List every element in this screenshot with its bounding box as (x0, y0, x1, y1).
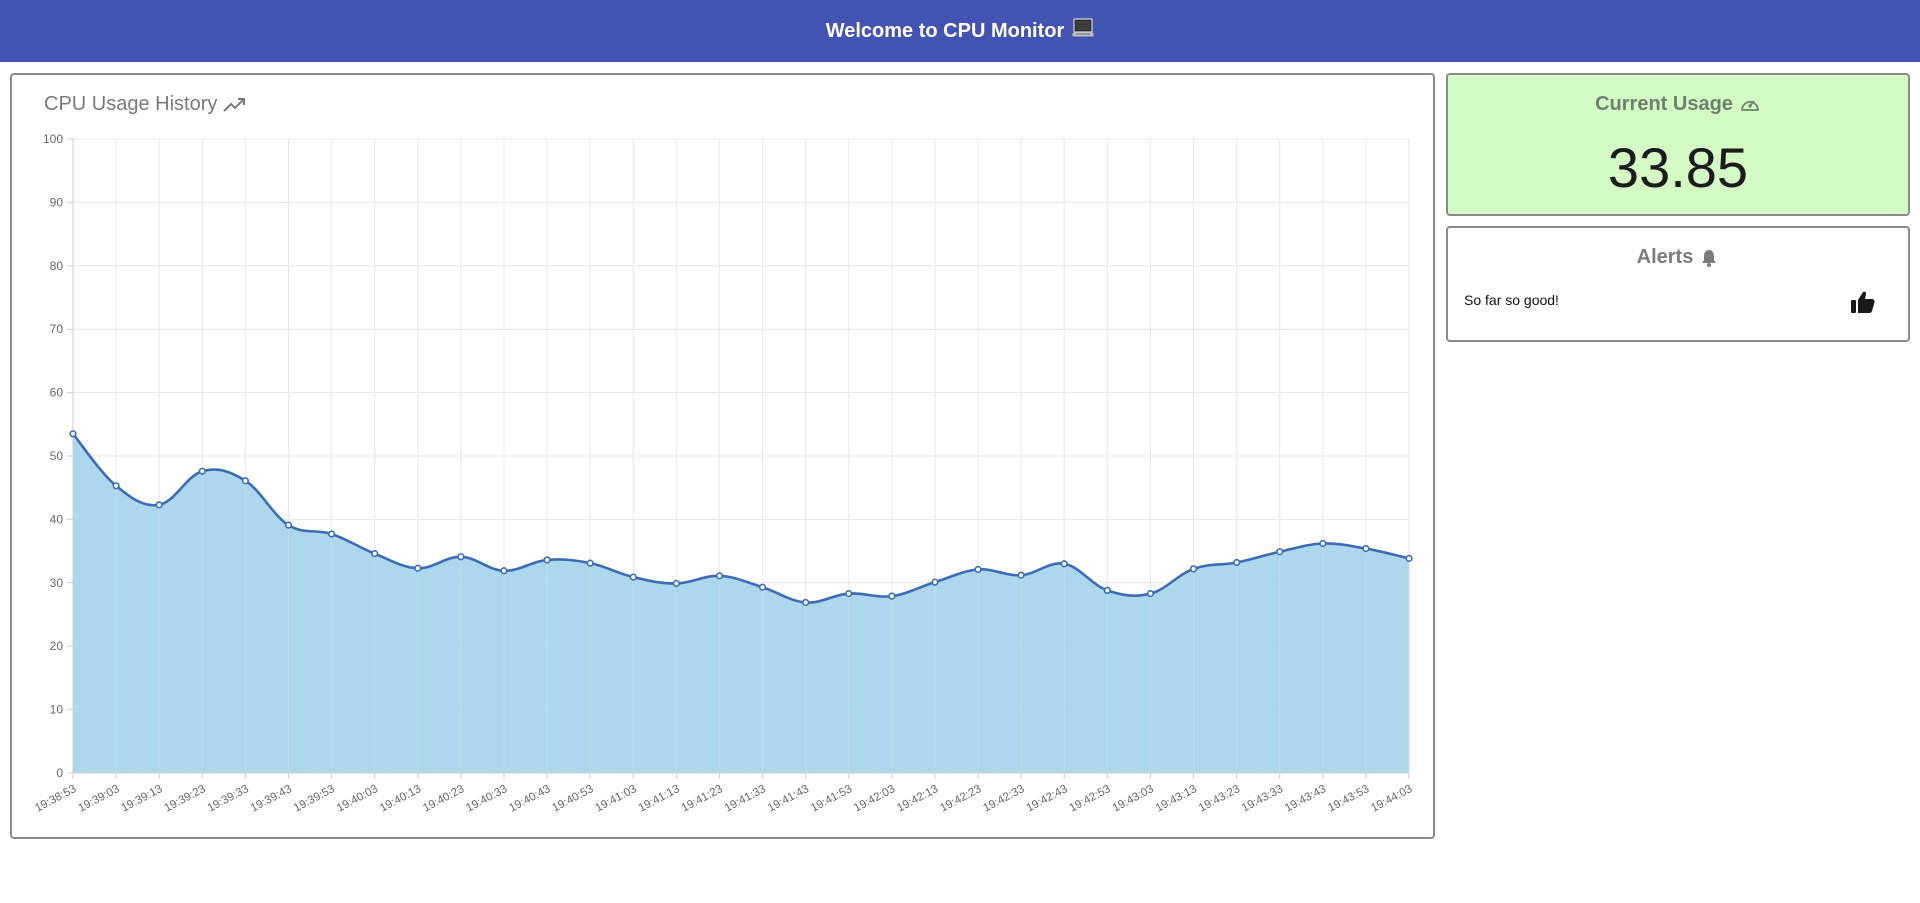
x-tick-label: 19:44:03 (1369, 783, 1414, 815)
data-point (414, 564, 422, 572)
data-point (1362, 544, 1370, 553)
x-tick-label: 19:41:33 (723, 783, 768, 815)
data-point (155, 501, 163, 509)
x-tick-label: 19:40:53 (550, 783, 595, 815)
x-tick-label: 19:39:53 (292, 783, 337, 815)
data-point (1319, 539, 1327, 548)
gauge-icon (1741, 99, 1759, 111)
x-tick-label: 19:43:13 (1154, 783, 1199, 815)
y-tick-label: 20 (50, 639, 64, 653)
y-tick-label: 50 (50, 449, 64, 463)
data-point (284, 521, 293, 529)
x-tick-label: 19:40:23 (421, 783, 466, 815)
app-title: Welcome to CPU Monitor (825, 19, 1065, 42)
alerts-title: Alerts (1448, 246, 1908, 269)
x-tick-label: 19:43:43 (1283, 783, 1328, 815)
data-point (1060, 560, 1068, 568)
data-point (974, 565, 982, 574)
data-point (1017, 571, 1025, 579)
alerts-title-text: Alerts (1636, 246, 1694, 268)
current-usage-panel: Current Usage 33.85 (1446, 73, 1910, 216)
data-point (672, 579, 680, 588)
current-usage-value: 33.85 (1607, 136, 1749, 199)
alert-message: So far so good! (1464, 292, 1559, 308)
y-tick-label: 30 (50, 576, 64, 590)
data-point (888, 592, 896, 600)
x-tick-label: 19:42:03 (852, 783, 897, 815)
y-tick-label: 70 (50, 322, 64, 336)
x-tick-label: 19:43:23 (1197, 783, 1242, 815)
cpu-history-panel: CPU Usage History 0 10 20 30 40 50 60 70 80 90 100… (10, 73, 1435, 839)
cpu-usage-chart: 010203040506070809010019:38:5319:39:0319… (33, 132, 1414, 815)
y-tick-label: 60 (50, 386, 64, 400)
thumbs-up-icon (1851, 291, 1875, 313)
x-tick-label: 19:41:03 (594, 783, 639, 815)
bell-icon (1702, 249, 1717, 267)
data-point (1276, 548, 1284, 556)
x-tick-label: 19:40:43 (507, 783, 552, 815)
current-usage-title: Current Usage (1448, 93, 1908, 116)
data-point (198, 467, 206, 475)
y-tick-label: 80 (50, 259, 64, 273)
app-header: Welcome to CPU Monitor (0, 0, 1920, 62)
y-tick-label: 100 (43, 132, 63, 146)
data-point (112, 482, 120, 490)
data-point (1146, 589, 1155, 598)
data-point (1189, 565, 1198, 573)
data-point (1405, 554, 1413, 562)
data-point (371, 550, 379, 558)
x-tick-label: 19:39:33 (206, 783, 251, 815)
x-tick-label: 19:42:53 (1068, 783, 1113, 815)
cpu-usage-area (73, 433, 1409, 773)
data-point (715, 572, 724, 580)
y-tick-label: 10 (50, 703, 64, 717)
x-tick-label: 19:43:03 (1111, 783, 1156, 815)
x-tick-label: 19:41:23 (680, 783, 725, 815)
data-point (802, 598, 810, 607)
x-tick-label: 19:42:33 (981, 783, 1026, 815)
x-tick-label: 19:39:03 (76, 783, 121, 815)
x-tick-label: 19:42:43 (1024, 783, 1069, 815)
data-point (931, 578, 939, 586)
data-point (327, 530, 336, 538)
data-point (1103, 586, 1111, 595)
x-tick-label: 19:39:43 (249, 783, 294, 815)
data-point (845, 589, 853, 598)
x-tick-label: 19:39:13 (119, 783, 164, 815)
x-tick-label: 19:40:13 (378, 783, 423, 815)
x-tick-label: 19:38:53 (33, 783, 78, 815)
y-tick-label: 0 (56, 766, 63, 780)
data-point (758, 583, 767, 591)
x-tick-label: 19:43:53 (1326, 783, 1371, 815)
data-point (543, 556, 551, 564)
data-point (457, 553, 465, 561)
x-tick-label: 19:41:53 (809, 783, 854, 815)
y-tick-label: 90 (50, 195, 64, 209)
laptop-icon (1072, 17, 1094, 45)
x-tick-label: 19:42:23 (938, 783, 983, 815)
x-tick-label: 19:40:03 (335, 783, 380, 815)
data-point (586, 559, 594, 567)
x-tick-label: 19:41:43 (766, 783, 811, 815)
x-tick-label: 19:42:13 (895, 783, 940, 815)
x-tick-label: 19:40:33 (464, 783, 509, 815)
x-tick-label: 19:43:33 (1240, 783, 1285, 815)
y-tick-label: 40 (50, 512, 64, 526)
x-tick-label: 19:39:23 (163, 783, 208, 815)
data-point (241, 477, 249, 485)
data-point (500, 567, 508, 575)
data-point (629, 573, 637, 581)
x-tick-label: 19:41:13 (637, 783, 682, 815)
alerts-panel: Alerts So far so good! (1446, 226, 1910, 342)
data-point (69, 430, 77, 438)
current-usage-title-text: Current Usage (1595, 93, 1733, 115)
data-point (1233, 558, 1241, 567)
